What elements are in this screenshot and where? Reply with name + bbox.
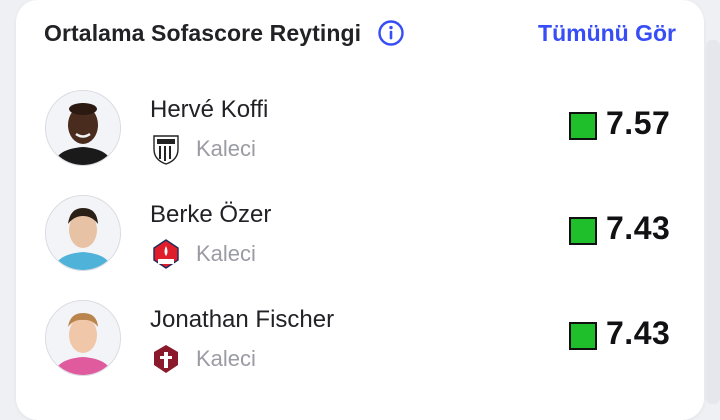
player-rating: 7.57 (606, 105, 671, 141)
player-rating: 7.43 (606, 210, 671, 246)
player-list: Hervé Koffi Kaleci 7.57 Berke Özer Kalec… (16, 78, 704, 393)
player-row[interactable]: Jonathan Fischer Kaleci 7.43 (16, 288, 704, 393)
player-avatar (45, 195, 121, 271)
player-position: Kaleci (196, 241, 256, 266)
fc-metz-crest-icon (151, 343, 181, 375)
sco-angers-crest-icon (151, 133, 181, 165)
player-position: Kaleci (196, 346, 256, 371)
see-all-link[interactable]: Tümünü Gör (538, 20, 676, 47)
player-position: Kaleci (196, 136, 256, 161)
player-name[interactable]: Hervé Koffi (150, 96, 268, 124)
rating-color-indicator (569, 217, 597, 245)
scrollbar[interactable] (706, 40, 720, 404)
info-icon[interactable] (377, 19, 405, 47)
average-rating-card: Ortalama Sofascore Reytingi Tümünü Gör H… (16, 0, 704, 420)
player-row[interactable]: Hervé Koffi Kaleci 7.57 (16, 78, 704, 183)
rating-color-indicator (569, 112, 597, 140)
card-header: Ortalama Sofascore Reytingi Tümünü Gör (44, 16, 676, 50)
card-title: Ortalama Sofascore Reytingi (44, 19, 362, 46)
player-avatar (45, 300, 121, 376)
losc-lille-crest-icon (151, 238, 181, 270)
rating-color-indicator (569, 322, 597, 350)
player-avatar (45, 90, 121, 166)
player-row[interactable]: Berke Özer Kaleci 7.43 (16, 183, 704, 288)
player-name[interactable]: Jonathan Fischer (150, 306, 334, 334)
player-rating: 7.43 (606, 315, 671, 351)
player-name[interactable]: Berke Özer (150, 201, 271, 229)
